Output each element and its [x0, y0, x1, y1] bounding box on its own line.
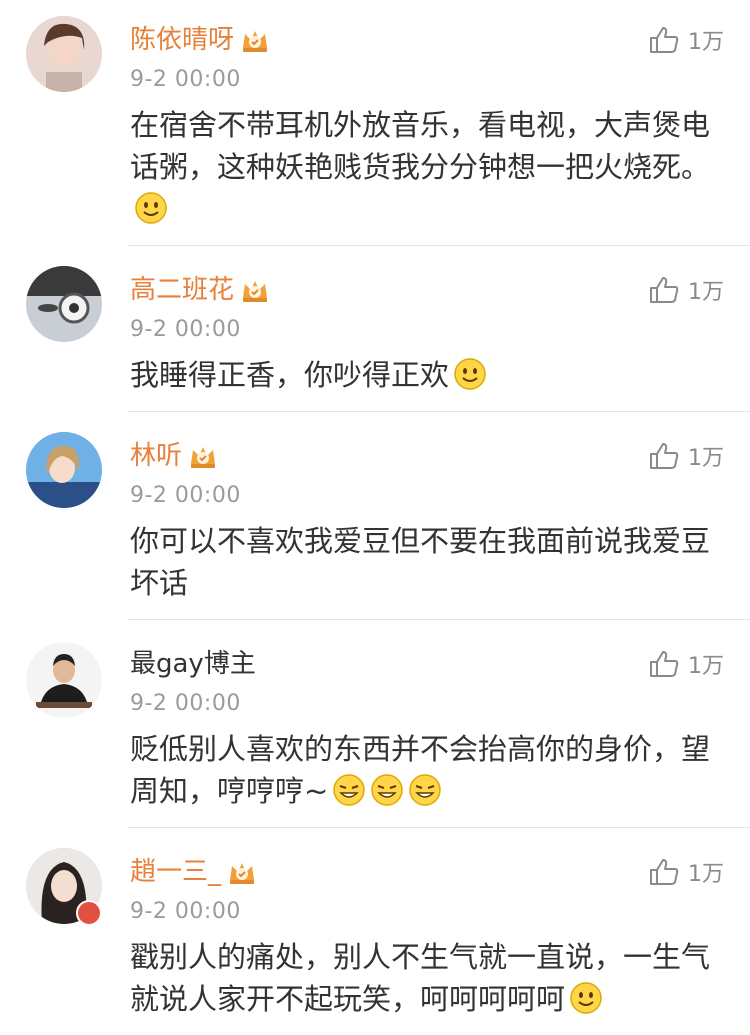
- like-count: 1万: [688, 862, 724, 887]
- like-button[interactable]: 1万: [648, 272, 724, 308]
- like-count: 1万: [688, 280, 724, 305]
- avatar[interactable]: [26, 432, 102, 508]
- thumbs-up-icon: [650, 443, 679, 469]
- laugh-emoji: [332, 773, 366, 807]
- comment-text: 贬低别人喜欢的东西并不会抬高你的身价，望周知，哼哼哼~: [130, 728, 720, 812]
- timestamp: 9-2 00:00: [130, 317, 241, 342]
- comment-body: 我睡得正香，你吵得正欢: [130, 358, 450, 392]
- comment-body: 在宿舍不带耳机外放音乐，看电视，大声煲电话粥，这种妖艳贱货我分分钟想一把火烧死。: [130, 108, 711, 184]
- timestamp: 9-2 00:00: [130, 691, 241, 716]
- username-row: 趙一三_: [130, 854, 257, 890]
- timestamp: 9-2 00:00: [130, 67, 241, 92]
- comment-item: 陈依晴呀 9-2 00:00 1万 在宿舍不带耳机外放音乐，看电视，大声煲电话粥…: [0, 0, 750, 246]
- timestamp: 9-2 00:00: [130, 483, 241, 508]
- comment-text: 在宿舍不带耳机外放音乐，看电视，大声煲电话粥，这种妖艳贱货我分分钟想一把火烧死。: [130, 104, 720, 230]
- username-row: 高二班花: [130, 272, 270, 308]
- thumbs-up-icon: [650, 651, 679, 677]
- like-count: 1万: [688, 446, 724, 471]
- smile-emoji: [453, 357, 487, 391]
- crown-vip-icon: [227, 858, 257, 886]
- username-row: 陈依晴呀: [130, 22, 270, 58]
- comment-item: 林听 9-2 00:00 1万 你可以不喜欢我爱豆但不要在我面前说我爱豆坏话: [0, 412, 750, 620]
- comment-text: 戳别人的痛处，别人不生气就一直说，一生气就说人家开不起玩笑，呵呵呵呵呵: [130, 936, 720, 1020]
- comment-body: 你可以不喜欢我爱豆但不要在我面前说我爱豆坏话: [130, 524, 711, 600]
- thumbs-up-icon: [650, 859, 679, 885]
- thumbs-up-icon: [650, 277, 679, 303]
- comment-text: 我睡得正香，你吵得正欢: [130, 354, 720, 396]
- like-button[interactable]: 1万: [648, 22, 724, 58]
- verified-badge: [76, 900, 102, 926]
- username-row: 林听: [130, 438, 218, 474]
- username[interactable]: 陈依晴呀: [130, 22, 234, 58]
- comment-item: 最gay博主 9-2 00:00 1万 贬低别人喜欢的东西并不会抬高你的身价，望…: [0, 620, 750, 828]
- avatar[interactable]: [26, 642, 102, 718]
- crown-vip-icon: [188, 442, 218, 470]
- crown-vip-icon: [240, 276, 270, 304]
- username-row: 最gay博主: [130, 646, 256, 682]
- avatar[interactable]: [26, 16, 102, 92]
- laugh-emoji: [408, 773, 442, 807]
- crown-vip-icon: [240, 26, 270, 54]
- like-button[interactable]: 1万: [648, 646, 724, 682]
- comment-text: 你可以不喜欢我爱豆但不要在我面前说我爱豆坏话: [130, 520, 720, 604]
- like-count: 1万: [688, 654, 724, 679]
- smile-emoji: [569, 981, 603, 1015]
- comment-item: 趙一三_ 9-2 00:00 1万 戳别人的痛处，别人不生气就一直说，一生气就说…: [0, 828, 750, 1035]
- laugh-emoji: [370, 773, 404, 807]
- comment-body: 戳别人的痛处，别人不生气就一直说，一生气就说人家开不起玩笑，呵呵呵呵呵: [130, 940, 711, 1016]
- avatar[interactable]: [26, 266, 102, 342]
- smile-emoji: [134, 191, 168, 225]
- username[interactable]: 高二班花: [130, 272, 234, 308]
- username[interactable]: 林听: [130, 438, 182, 474]
- username[interactable]: 趙一三_: [130, 854, 221, 890]
- comment-item: 高二班花 9-2 00:00 1万 我睡得正香，你吵得正欢: [0, 246, 750, 412]
- like-button[interactable]: 1万: [648, 854, 724, 890]
- like-button[interactable]: 1万: [648, 438, 724, 474]
- username[interactable]: 最gay博主: [130, 646, 256, 682]
- thumbs-up-icon: [650, 27, 679, 53]
- timestamp: 9-2 00:00: [130, 899, 241, 924]
- like-count: 1万: [688, 30, 724, 55]
